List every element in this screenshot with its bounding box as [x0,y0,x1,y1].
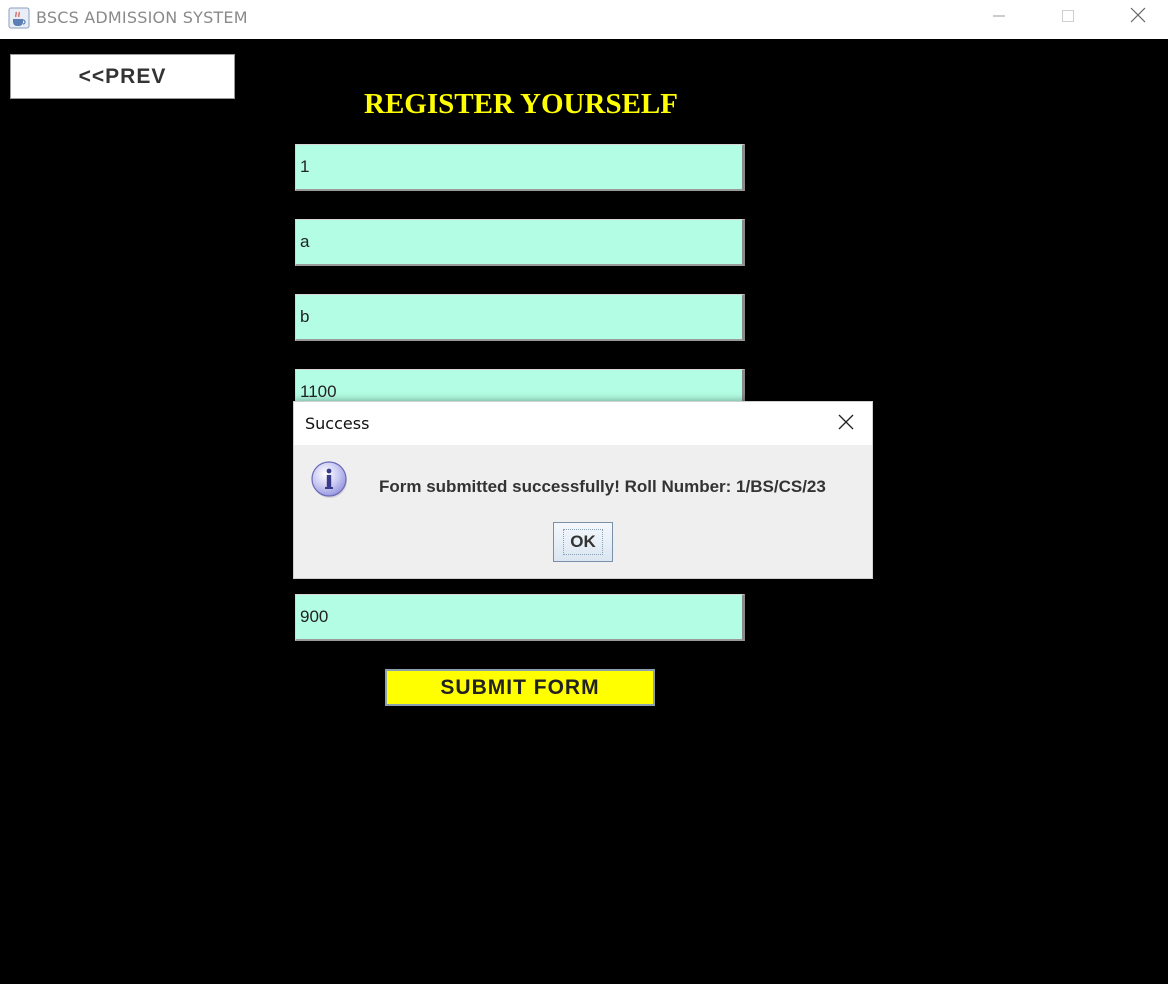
minimize-button[interactable] [965,0,1033,34]
dialog-message: Form submitted successfully! Roll Number… [379,477,826,496]
window-title: BSCS ADMISSION SYSTEM [36,8,248,27]
close-icon [1130,7,1146,27]
dialog-title-bar: Success [294,402,872,445]
info-icon [310,460,350,500]
close-icon [837,413,855,435]
dialog-title: Success [305,414,370,433]
form-field-1[interactable]: 1 [295,144,745,191]
ok-button[interactable]: OK [553,522,613,562]
success-dialog: Success Form submitted successfully! Rol… [293,401,873,579]
page-title: REGISTER YOURSELF [364,88,678,120]
form-field-2[interactable]: a [295,219,745,266]
prev-button[interactable]: <<PREV [10,54,235,99]
form-field-3[interactable]: b [295,294,745,341]
window-close-button[interactable] [1104,0,1168,34]
submit-form-button[interactable]: SUBMIT FORM [385,669,655,706]
ok-button-label: OK [563,529,603,555]
title-bar: BSCS ADMISSION SYSTEM [0,0,1168,39]
minimize-icon [992,8,1006,27]
form-field-5[interactable]: 900 [295,594,745,641]
app-window: BSCS ADMISSION SYSTEM <<PREV REGISTER YO… [0,0,1168,984]
maximize-icon [1061,8,1075,27]
maximize-button[interactable] [1034,0,1102,34]
dialog-close-button[interactable] [834,412,858,436]
java-cup-icon [8,7,30,29]
